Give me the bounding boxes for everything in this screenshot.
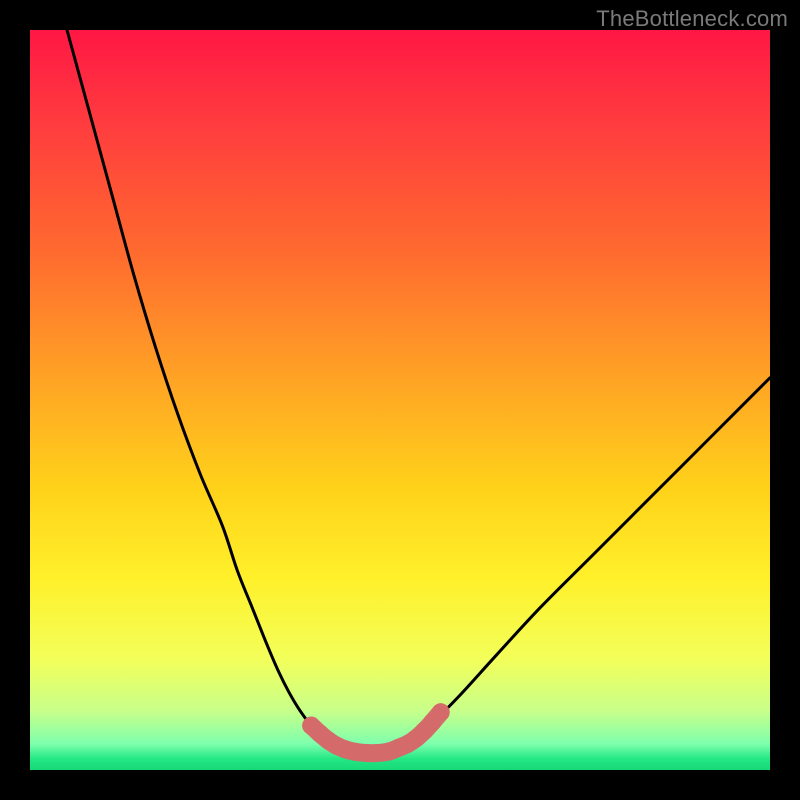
bottleneck-chart — [30, 30, 770, 770]
plot-background — [30, 30, 770, 770]
watermark-text: TheBottleneck.com — [596, 6, 788, 32]
valley-dot — [432, 703, 450, 721]
plot-frame — [30, 30, 770, 770]
